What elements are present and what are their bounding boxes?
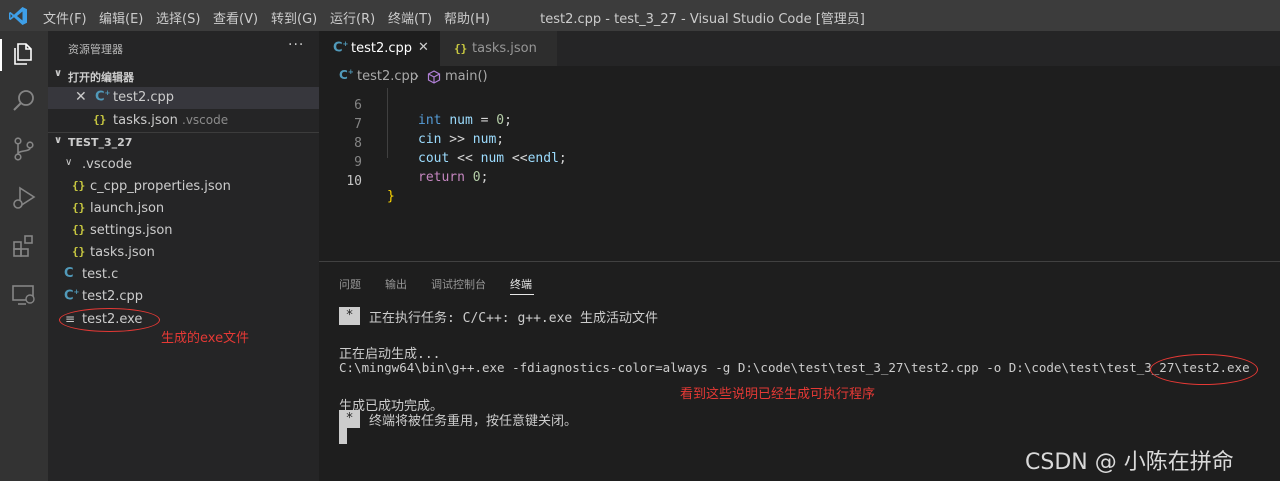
terminal-cursor [339, 424, 347, 444]
chevron-right-icon: › [414, 69, 420, 84]
tree-item[interactable]: {} c_cpp_properties.json [48, 176, 319, 198]
search-icon[interactable] [10, 87, 38, 115]
tree-item-label: c_cpp_properties.json [90, 179, 231, 194]
open-editor-folder: .vscode [182, 113, 229, 127]
breadcrumb-symbol[interactable]: main() [445, 69, 488, 84]
panel-tab-terminal[interactable]: 终端 [510, 276, 532, 292]
terminal-star-badge: * [339, 307, 360, 325]
code-line[interactable]: 6 int num = 0; [319, 83, 1280, 128]
c-file-icon: C [64, 266, 74, 281]
panel-tab-output[interactable]: 输出 [385, 276, 407, 292]
title-bar: 文件(F) 编辑(E) 选择(S) 查看(V) 转到(G) 运行(R) 终端(T… [0, 0, 1280, 31]
tree-item-vscode-folder[interactable]: ∨ .vscode [48, 154, 319, 176]
files-icon[interactable] [10, 40, 38, 68]
panel-tab-debug-console[interactable]: 调试控制台 [431, 276, 486, 292]
tree-item-label: test.c [82, 267, 119, 282]
open-editor-label: tasks.json [113, 113, 178, 128]
open-editors-label: 打开的编辑器 [68, 71, 134, 84]
json-file-icon: {} [454, 42, 468, 55]
cpp-file-icon: C+ [333, 40, 349, 56]
line-number: 10 [346, 174, 362, 189]
terminal-annotation: 看到这些说明已经生成可执行程序 [680, 387, 876, 402]
tree-item[interactable]: {} settings.json [48, 220, 319, 242]
cpp-file-icon: C+ [339, 68, 354, 82]
open-editors-header[interactable]: ∨ 打开的编辑器 [48, 65, 319, 87]
tree-item-label: .vscode [82, 157, 132, 172]
tree-item-label: settings.json [90, 223, 173, 238]
terminal-highlight-ellipse [1150, 354, 1258, 385]
editor-area: C+ test2.cpp ✕ {} tasks.json C+ test2.cp… [319, 31, 1280, 261]
json-file-icon: {} [72, 223, 86, 236]
tree-item[interactable]: {} launch.json [48, 198, 319, 220]
more-actions-icon[interactable]: ··· [288, 37, 304, 53]
json-file-icon: {} [72, 179, 86, 192]
chevron-down-icon: ∨ [54, 135, 63, 146]
source-control-icon[interactable] [10, 135, 38, 163]
watermark: CSDN @ 小陈在拼命 [1025, 450, 1234, 475]
terminal-reuse-line: 终端将被任务重用，按任意键关闭。 [369, 414, 578, 429]
editor-tab-bar: C+ test2.cpp ✕ {} tasks.json [319, 31, 1280, 66]
sidebar-title: 资源管理器 [68, 43, 123, 56]
json-file-icon: {} [93, 113, 107, 126]
open-editor-item[interactable]: {} tasks.json .vscode [48, 110, 319, 132]
terminal-task-line: 正在执行任务: C/C++: g++.exe 生成活动文件 [369, 311, 659, 326]
exe-annotation: 生成的exe文件 [161, 331, 250, 346]
code-line[interactable]: 7 cin >> num; [319, 102, 1280, 147]
code-line[interactable]: 8 cout << num <<endl; [319, 121, 1280, 166]
tree-item-label: test2.cpp [82, 289, 144, 304]
folder-name: TEST_3_27 [68, 136, 133, 149]
json-file-icon: {} [72, 245, 86, 258]
code-line[interactable]: 9 return 0; [319, 140, 1280, 185]
close-icon[interactable]: ✕ [418, 40, 429, 55]
json-file-icon: {} [72, 201, 86, 214]
breadcrumb-file[interactable]: test2.cpp [357, 69, 418, 84]
panel-tab-problems[interactable]: 问题 [339, 276, 361, 292]
cpp-file-icon: C+ [95, 89, 111, 105]
tree-item[interactable]: C+ test2.cpp [48, 286, 319, 308]
cpp-file-icon: C+ [64, 288, 80, 304]
open-editor-item[interactable]: ✕ C+ test2.cpp [48, 87, 319, 109]
chevron-down-icon: ∨ [65, 157, 73, 168]
tree-item[interactable]: C test.c [48, 264, 319, 286]
close-icon[interactable]: ✕ [75, 89, 87, 105]
code-line-current[interactable]: 10 } [319, 159, 1280, 204]
explorer-sidebar: 资源管理器 ··· ∨ 打开的编辑器 ✕ C+ test2.cpp {} tas… [48, 31, 319, 481]
terminal-command-line: C:\mingw64\bin\g++.exe -fdiagnostics-col… [339, 360, 1250, 375]
remote-explorer-icon[interactable] [10, 281, 38, 309]
tab-tasks-json[interactable]: {} tasks.json [440, 31, 558, 66]
extensions-icon[interactable] [10, 232, 38, 260]
open-editor-label: test2.cpp [113, 90, 175, 105]
activity-bar [0, 31, 48, 481]
tab-label: test2.cpp [351, 41, 413, 56]
tab-test2-cpp[interactable]: C+ test2.cpp ✕ [319, 31, 440, 66]
tree-item[interactable]: {} tasks.json [48, 242, 319, 264]
method-icon [427, 70, 441, 84]
exe-highlight-ellipse [59, 308, 160, 332]
tree-item-label: tasks.json [90, 245, 155, 260]
active-indicator [0, 39, 2, 71]
window-title: test2.cpp - test_3_27 - Visual Studio Co… [540, 12, 865, 27]
folder-header[interactable]: ∨ TEST_3_27 [48, 132, 319, 154]
code-text: } [387, 189, 395, 204]
chevron-down-icon: ∨ [54, 68, 63, 79]
active-tab-underline [510, 294, 534, 295]
tab-label: tasks.json [472, 41, 537, 56]
run-debug-icon[interactable] [10, 184, 38, 212]
tree-item-label: launch.json [90, 201, 165, 216]
